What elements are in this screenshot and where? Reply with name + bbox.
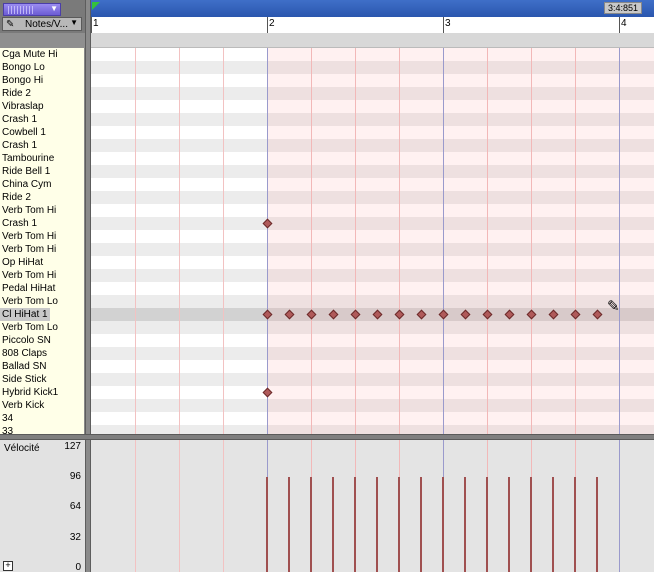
beat-line <box>355 48 356 434</box>
drum-key-name[interactable]: Tambourine <box>2 152 54 165</box>
velocity-scale-value: 32 <box>69 531 81 543</box>
drum-key-name[interactable]: Verb Tom Lo <box>2 295 58 308</box>
velocity-bar[interactable] <box>574 476 576 572</box>
bar-line <box>619 440 620 572</box>
velocity-panel: Vélocité 127 96 64 32 0 + <box>0 440 85 572</box>
velocity-editor[interactable] <box>91 440 654 572</box>
drum-key-name[interactable]: Bongo Hi <box>2 74 43 87</box>
beat-line <box>135 440 136 572</box>
drum-key-name[interactable]: Verb Tom Hi <box>2 269 56 282</box>
piano-roll-view-icon <box>8 6 34 14</box>
bar-line <box>267 48 268 434</box>
velocity-bar[interactable] <box>354 476 356 572</box>
drum-key-name[interactable]: Verb Tom Lo <box>2 321 58 334</box>
bar-line <box>443 48 444 434</box>
drum-key-name[interactable]: Verb Tom Hi <box>2 243 56 256</box>
velocity-scale-value: 96 <box>69 470 81 482</box>
drum-key-list: Cga Mute Hi Bongo Lo Bongo Hi Ride 2 Vibrasl… <box>0 48 85 434</box>
triangle-down-icon: ▼ <box>50 4 58 13</box>
drum-key-name[interactable]: 808 Claps <box>2 347 47 360</box>
drum-key-name[interactable]: Verb Tom Hi <box>2 204 56 217</box>
velocity-bar[interactable] <box>288 476 290 572</box>
velocity-scale-value: 127 <box>64 441 81 452</box>
drum-key-name[interactable]: Op HiHat <box>2 256 43 269</box>
drum-key-name[interactable]: Cga Mute Hi <box>2 48 58 61</box>
beat-line <box>223 48 224 434</box>
drum-key-name[interactable]: Ride 2 <box>2 191 31 204</box>
bar-tick <box>619 17 620 33</box>
ruler-header[interactable] <box>91 0 654 17</box>
bar-tick <box>267 17 268 33</box>
view-mode-button[interactable]: ▼ <box>3 3 61 16</box>
drum-key-name[interactable]: Crash 1 <box>2 113 37 126</box>
drum-key-name[interactable]: Vibraslap <box>2 100 44 113</box>
velocity-scale-value: 64 <box>69 501 81 513</box>
drum-key-name[interactable]: Piccolo SN <box>2 334 51 347</box>
start-marker-icon[interactable] <box>92 2 100 10</box>
bar-number: 3 <box>445 18 451 29</box>
bar-number: 4 <box>621 18 627 29</box>
drum-key-name[interactable]: Ride Bell 1 <box>2 165 50 178</box>
beat-line <box>531 48 532 434</box>
bar-number: 1 <box>93 18 99 29</box>
drum-key-name[interactable]: Bongo Lo <box>2 61 45 74</box>
bar-line <box>619 48 620 434</box>
velocity-label: Vélocité <box>4 443 40 454</box>
ruler-band <box>91 33 654 48</box>
position-display: 3:4:851 <box>603 2 642 14</box>
beat-line <box>575 48 576 434</box>
drum-key-name[interactable]: Crash 1 <box>2 217 37 230</box>
drum-key-name[interactable]: Ballad SN <box>2 360 46 373</box>
pencil-icon: ✎ <box>6 19 15 30</box>
toolbar: ▼ ✎ Notes/V... ▼ <box>0 0 85 33</box>
velocity-scale-value: 0 <box>75 562 81 572</box>
velocity-bar[interactable] <box>552 476 554 572</box>
velocity-bar[interactable] <box>376 476 378 572</box>
notes-menu-label: Notes/V... <box>25 19 68 30</box>
velocity-bar[interactable] <box>442 476 444 572</box>
velocity-bar[interactable] <box>420 476 422 572</box>
velocity-bar[interactable] <box>398 476 400 572</box>
drum-key-name[interactable]: 34 <box>2 412 13 425</box>
bar-number: 2 <box>269 18 275 29</box>
velocity-bar[interactable] <box>596 476 598 572</box>
pencil-cursor-icon: ✎ <box>607 298 620 315</box>
drum-key-name[interactable]: Side Stick <box>2 373 46 386</box>
drum-key-name[interactable]: Cl HiHat 1 <box>0 308 50 321</box>
bar-tick <box>443 17 444 33</box>
drum-key-name[interactable]: Pedal HiHat <box>2 282 55 295</box>
piano-roll-grid[interactable]: ✎ <box>91 48 654 434</box>
velocity-bar[interactable] <box>508 476 510 572</box>
beat-line <box>179 440 180 572</box>
triangle-down-icon: ▼ <box>70 18 78 27</box>
velocity-bar[interactable] <box>332 476 334 572</box>
velocity-bar[interactable] <box>310 476 312 572</box>
timeline-ruler[interactable]: 3:4:851 1 2 3 4 <box>91 0 654 33</box>
drum-key-name[interactable]: 33 <box>2 425 13 434</box>
beat-line <box>487 48 488 434</box>
drum-key-name[interactable]: Cowbell 1 <box>2 126 46 139</box>
bar-tick <box>91 17 92 33</box>
key-list-header <box>0 33 85 48</box>
drum-key-name[interactable]: China Cym <box>2 178 51 191</box>
selection-region <box>267 48 654 434</box>
drum-key-name[interactable]: Ride 2 <box>2 87 31 100</box>
beat-line <box>311 48 312 434</box>
beat-line <box>179 48 180 434</box>
drum-key-name[interactable]: Verb Tom Hi <box>2 230 56 243</box>
drum-key-name[interactable]: Crash 1 <box>2 139 37 152</box>
beat-line <box>135 48 136 434</box>
velocity-bar[interactable] <box>464 476 466 572</box>
drum-key-name[interactable]: Hybrid Kick1 <box>2 386 58 399</box>
plus-box-icon[interactable]: + <box>3 561 13 571</box>
notes-velocity-menu[interactable]: ✎ Notes/V... ▼ <box>2 17 82 31</box>
beat-line <box>223 440 224 572</box>
velocity-bar[interactable] <box>530 476 532 572</box>
drum-key-name[interactable]: Verb Kick <box>2 399 44 412</box>
velocity-bar[interactable] <box>266 476 268 572</box>
velocity-bar[interactable] <box>486 476 488 572</box>
beat-line <box>399 48 400 434</box>
